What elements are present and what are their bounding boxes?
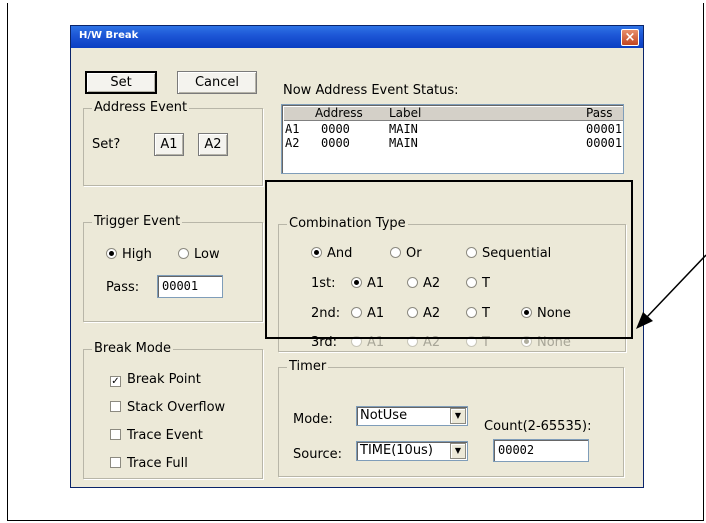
pointer-arrow-icon [636,254,706,329]
